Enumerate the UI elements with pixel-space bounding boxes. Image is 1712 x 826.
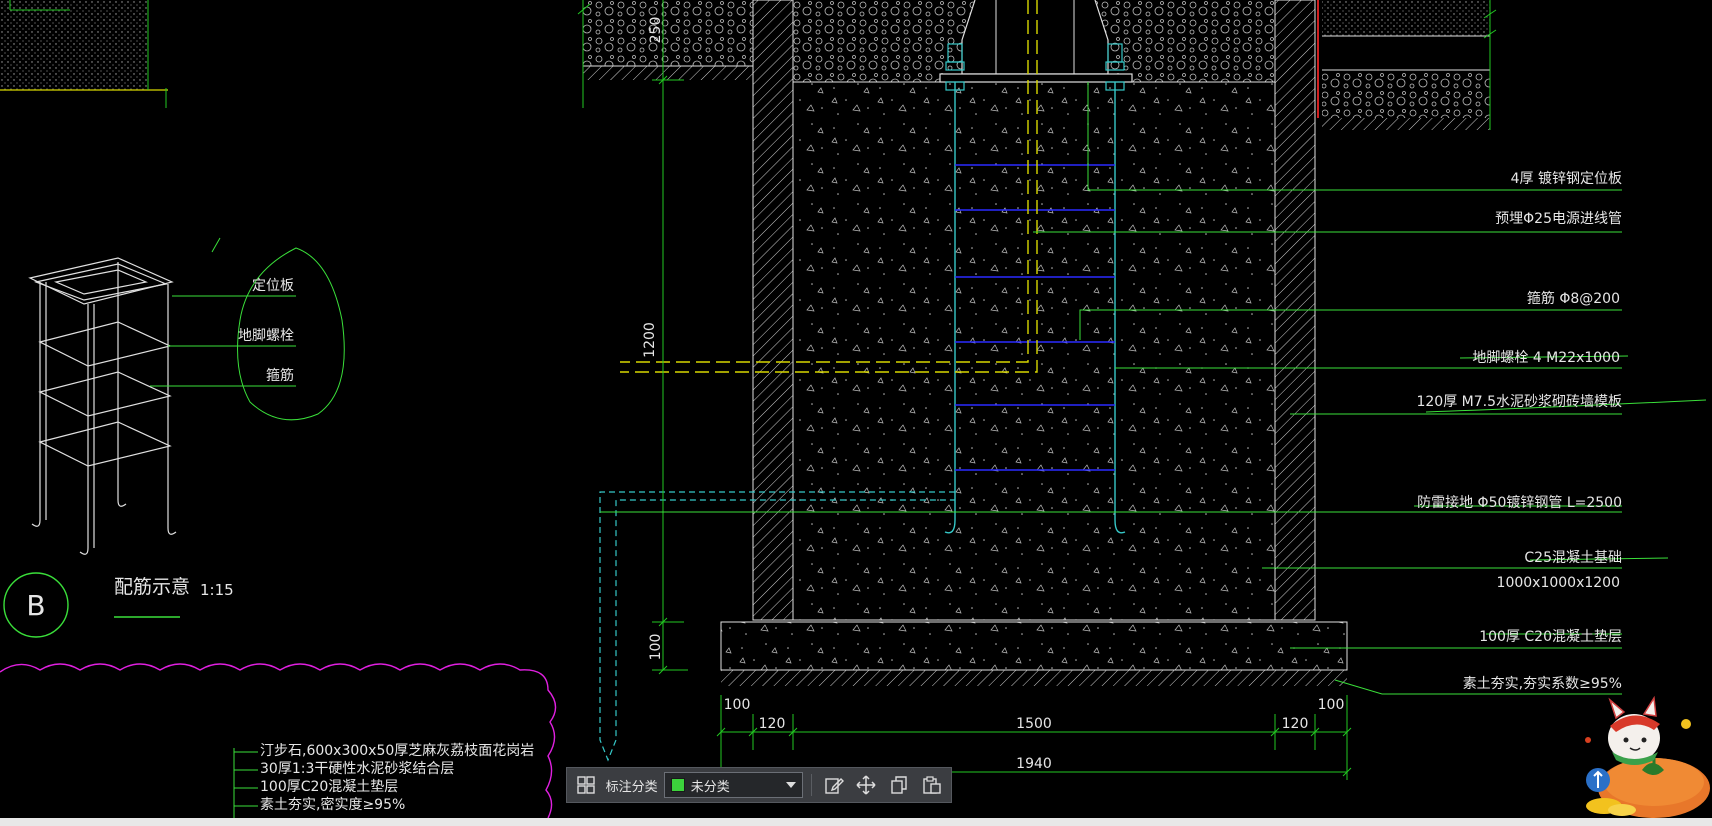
edit-icon[interactable] xyxy=(820,771,847,799)
category-selected-value: 未分类 xyxy=(690,779,730,795)
paving-layer-2: 30厚1:3干硬性水泥砂浆结合层 xyxy=(260,761,454,777)
annotation-category-label: 标注分类 xyxy=(605,779,658,795)
dim-1200: 1200 xyxy=(642,322,658,358)
callout-stirrup: 箍筋 Φ8@200 xyxy=(1527,290,1620,307)
callout-grounding: 防雷接地 Φ50镀锌钢管 L=2500 xyxy=(1417,494,1622,511)
callout-locating-plate: 4厚 镀锌钢定位板 xyxy=(1511,170,1622,187)
paving-layer-4: 素土夯实,密实度≥95% xyxy=(260,796,405,813)
dim-100-bottom-left: 100 xyxy=(724,697,751,713)
category-color-swatch xyxy=(670,778,685,792)
cad-drawing-canvas[interactable]: 250 1200 100 100 100 120 1500 120 1940 4… xyxy=(0,0,1712,826)
label-stirrup: 箍筋 xyxy=(266,367,294,384)
callout-power-conduit: 预埋Φ25电源进线管 xyxy=(1495,211,1622,227)
paving-layer-3: 100厚C20混凝土垫层 xyxy=(260,779,398,795)
chevron-down-icon xyxy=(786,782,797,788)
detail-marker-letter: B xyxy=(26,589,45,622)
paving-layer-list: 汀步石,600x300x50厚芝麻灰荔枝面花岗岩 30厚1:3干硬性水泥砂浆结合… xyxy=(233,743,534,818)
dim-250: 250 xyxy=(648,17,664,44)
detail-scale: 1:15 xyxy=(200,581,234,599)
copy-icon[interactable] xyxy=(886,771,913,799)
foundation-section xyxy=(720,0,1348,686)
dim-120-right: 120 xyxy=(1282,716,1309,732)
detail-b-labels: 定位板 地脚螺栓 箍筋 xyxy=(238,278,294,384)
top-left-fragment xyxy=(0,0,168,108)
dim-1940: 1940 xyxy=(1016,756,1052,772)
callout-cushion-layer: 100厚 C20混凝土垫层 xyxy=(1479,629,1622,645)
callout-compacted-soil: 素土夯实,夯实系数≥95% xyxy=(1463,676,1622,692)
detail-marker: B 配筋示意 1:15 xyxy=(3,572,234,638)
rebar-cage-sketch xyxy=(28,257,177,555)
mascot-decoration xyxy=(1585,696,1710,818)
move-icon[interactable] xyxy=(853,771,880,799)
label-anchor-bolt: 地脚螺栓 xyxy=(238,328,294,344)
callout-footing-size: 1000x1000x1200 xyxy=(1497,575,1620,591)
label-locating-plate: 定位板 xyxy=(252,278,294,294)
category-dropdown[interactable]: 未分类 xyxy=(663,772,804,798)
paste-icon[interactable] xyxy=(918,771,945,799)
annotation-toolbar: 标注分类 未分类 xyxy=(566,767,952,803)
left-ground-slab xyxy=(577,0,753,108)
callout-texts: 4厚 镀锌钢定位板 预埋Φ25电源进线管 箍筋 Φ8@200 地脚螺栓 4 M2… xyxy=(1416,170,1622,692)
right-ground-slab xyxy=(1317,0,1497,130)
detail-title: 配筋示意 xyxy=(114,576,190,598)
paving-layer-1: 汀步石,600x300x50厚芝麻灰荔枝面花岗岩 xyxy=(260,743,534,759)
dim-120-left: 120 xyxy=(759,716,786,732)
grid-icon[interactable] xyxy=(573,771,600,799)
dim-100-left: 100 xyxy=(648,634,664,661)
toolbar-divider xyxy=(811,774,813,796)
dim-100-bottom-right: 100 xyxy=(1318,697,1345,713)
callout-concrete-footing: C25混凝土基础 xyxy=(1524,549,1622,566)
callout-anchor-bolt: 地脚螺栓 4 M22x1000 xyxy=(1472,350,1620,366)
callout-brick-formwork: 120厚 M7.5水泥砂浆砌砖墙模板 xyxy=(1416,394,1622,410)
bottom-status-strip xyxy=(0,818,1712,826)
dim-1500: 1500 xyxy=(1016,716,1052,732)
